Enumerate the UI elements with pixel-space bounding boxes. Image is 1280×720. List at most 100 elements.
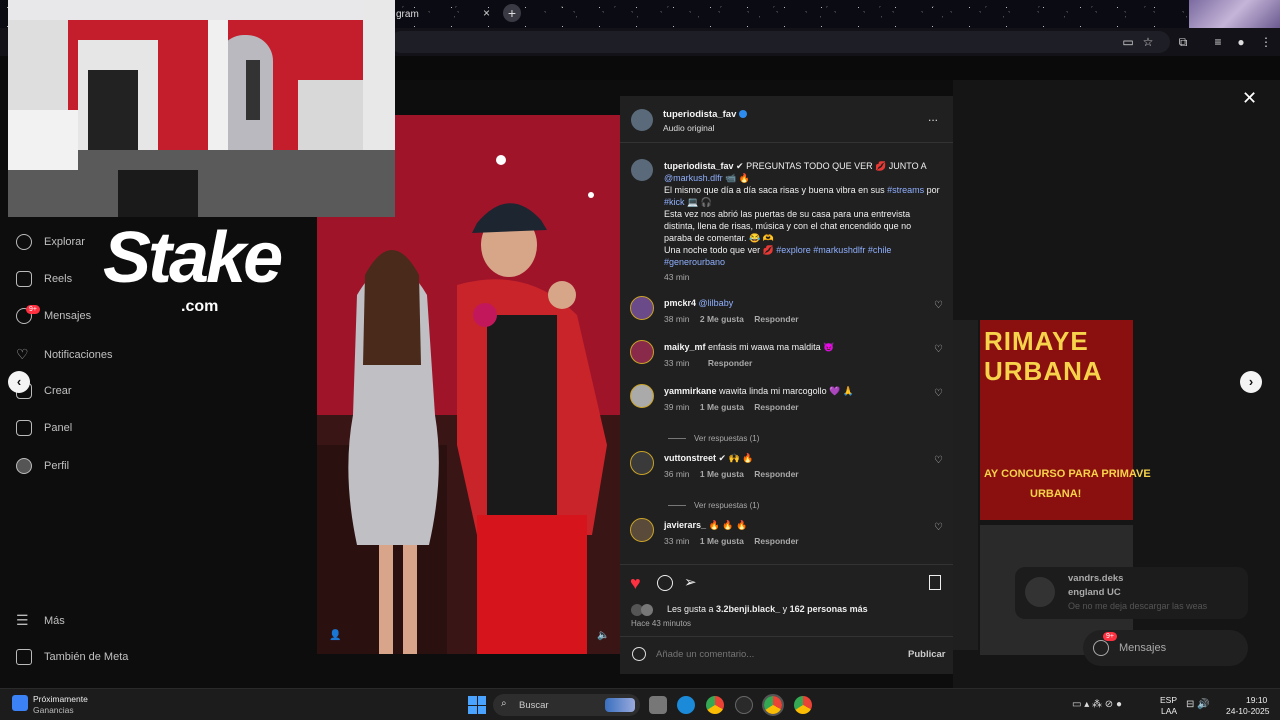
media-icon[interactable]: ≡ [1210, 34, 1226, 50]
sidebar-item-notificaciones[interactable]: ♡ Notificaciones [16, 346, 112, 363]
reels-icon [16, 271, 32, 287]
sidebar-more[interactable]: ☰ Más [16, 612, 65, 629]
clock-date: 24-10-2025 [1226, 706, 1270, 716]
caption-link[interactable]: #streams [887, 185, 924, 195]
avatar[interactable] [630, 384, 654, 408]
obs-icon[interactable] [735, 696, 753, 714]
comment-like-icon[interactable]: ♡ [934, 300, 943, 311]
comment-like-icon[interactable]: ♡ [934, 522, 943, 533]
chrome-profile-icon[interactable] [762, 694, 784, 716]
edge-icon[interactable] [677, 696, 695, 714]
avatar[interactable] [631, 109, 653, 131]
widgets-icon[interactable] [12, 695, 28, 711]
comment-like-icon[interactable]: ♡ [934, 455, 943, 466]
reply-button[interactable]: Responder [754, 469, 798, 479]
user-tag-icon[interactable]: 👤 [329, 630, 341, 641]
messages-pill[interactable]: 9+ Mensajes [1083, 630, 1248, 666]
sidebar-more-label: Más [44, 614, 65, 627]
emoji-icon[interactable] [632, 647, 646, 661]
comment-input[interactable] [656, 646, 896, 662]
taskbar-search[interactable]: ⌕ Buscar [493, 694, 640, 716]
likes-suffix: y [780, 604, 790, 614]
profile-icon[interactable]: ● [1233, 34, 1249, 50]
share-icon[interactable]: ➢ [684, 573, 697, 591]
menu-kebab-icon[interactable]: ⋮ [1258, 34, 1274, 50]
messages-badge: 9+ [1103, 632, 1117, 641]
comment-like-icon[interactable]: ♡ [934, 388, 943, 399]
comment-author[interactable]: maiky_mf [664, 342, 706, 352]
comment-like-icon[interactable]: ♡ [934, 344, 943, 355]
avatar[interactable] [630, 451, 654, 475]
view-replies-button[interactable]: Ver respuestas (1) [668, 434, 759, 443]
tray-icons[interactable]: ▭ ▴ ⁂ ⊘ ● [1072, 699, 1122, 710]
comment-mention[interactable]: @lilbaby [699, 298, 734, 308]
new-tab-button[interactable]: + [503, 4, 521, 22]
reply-button[interactable]: Responder [754, 314, 798, 324]
chrome-icon[interactable] [706, 696, 724, 714]
file-explorer-icon[interactable] [649, 696, 667, 714]
sidebar-item-perfil[interactable]: Perfil [16, 458, 69, 474]
address-bar[interactable] [390, 31, 1170, 53]
sidebar-meta[interactable]: También de Meta [16, 649, 128, 665]
chrome-alt-icon[interactable] [794, 696, 812, 714]
sidebar-item-panel[interactable]: Panel [16, 420, 72, 436]
like-heart-icon[interactable]: ♥ [630, 573, 641, 594]
avatar [1025, 577, 1055, 607]
comment-likes[interactable]: 1 Me gusta [700, 469, 744, 479]
caption-link[interactable]: #kick [664, 197, 685, 207]
browser-tab-title[interactable]: gram [396, 9, 419, 20]
cast-icon[interactable]: ▭ [1120, 34, 1136, 50]
caption-line: tuperiodista_fav ✔ PREGUNTAS TODO QUE VE… [664, 160, 949, 172]
caption-link[interactable]: #generourbano [664, 257, 725, 267]
mensajes-badge: 9+ [26, 305, 40, 314]
sidebar-item-explorar[interactable]: Explorar [16, 234, 85, 250]
comment-author[interactable]: javierars_ [664, 520, 706, 530]
poster-urbana: URBANA! [1030, 488, 1082, 500]
view-replies-button[interactable]: Ver respuestas (1) [668, 501, 759, 510]
comment-body: javierars_ 🔥 🔥 🔥 [664, 520, 747, 531]
tab-close-icon[interactable]: × [483, 6, 490, 20]
comment-likes[interactable]: 1 Me gusta [700, 402, 744, 412]
clock-time[interactable]: 19:10 [1246, 695, 1267, 705]
caption-author[interactable]: tuperiodista_fav [664, 161, 734, 171]
comments-list: pmckr4 @lilbaby 38 min 2 Me gusta Respon… [620, 292, 953, 562]
caption-link[interactable]: @markush.dlfr [664, 173, 723, 183]
avatar[interactable] [630, 296, 654, 320]
avatar[interactable] [631, 159, 653, 181]
likes-count: 162 personas más [789, 604, 868, 614]
extensions-icon[interactable]: ⧉ [1175, 34, 1191, 50]
bookmark-star-icon[interactable]: ☆ [1140, 34, 1156, 50]
caption-text: El mismo que día a día saca risas y buen… [664, 185, 888, 195]
caption-link[interactable]: #explore #markushdlfr #chile [776, 245, 891, 255]
divider [620, 636, 953, 637]
network-volume-icon[interactable]: ⊟ 🔊 [1186, 699, 1210, 710]
weather-title[interactable]: Próximamente [33, 694, 88, 704]
comment-body: vuttonstreet ✔ 🙌 🔥 [664, 453, 754, 464]
reply-button[interactable]: Responder [754, 402, 798, 412]
audio-label[interactable]: Audio original [663, 123, 715, 133]
comment-likes[interactable]: 2 Me gusta [700, 314, 744, 324]
mute-icon[interactable]: 🔈 [597, 630, 609, 641]
reply-button[interactable]: Responder [754, 536, 798, 546]
reply-button[interactable]: Responder [708, 358, 752, 368]
windows-start-icon[interactable] [468, 696, 486, 714]
comment-author[interactable]: yammirkane [664, 386, 717, 396]
message-notification[interactable]: vandrs.deks england UC Oe no me deja des… [1015, 567, 1248, 619]
prev-post-button[interactable]: ‹ [8, 371, 30, 393]
publish-button[interactable]: Publicar [908, 649, 946, 660]
lang-indicator[interactable]: ESP [1160, 695, 1177, 705]
likes-summary[interactable]: Les gusta a 3.2benji.black_ y 162 person… [667, 604, 868, 614]
post-author[interactable]: tuperiodista_fav [663, 109, 736, 120]
next-post-button[interactable]: › [1240, 371, 1262, 393]
sidebar-item-reels[interactable]: Reels [16, 271, 72, 287]
comment-author[interactable]: vuttonstreet [664, 453, 716, 463]
comment-author[interactable]: pmckr4 [664, 298, 696, 308]
save-bookmark-icon[interactable] [929, 575, 941, 590]
comment-icon[interactable] [657, 575, 673, 591]
close-icon[interactable]: ✕ [1242, 88, 1257, 109]
avatar[interactable] [630, 518, 654, 542]
comment-likes[interactable]: 1 Me gusta [700, 536, 744, 546]
sidebar-item-label: Perfil [44, 460, 70, 472]
avatar[interactable] [630, 340, 654, 364]
more-options-icon[interactable]: ... [928, 110, 938, 124]
